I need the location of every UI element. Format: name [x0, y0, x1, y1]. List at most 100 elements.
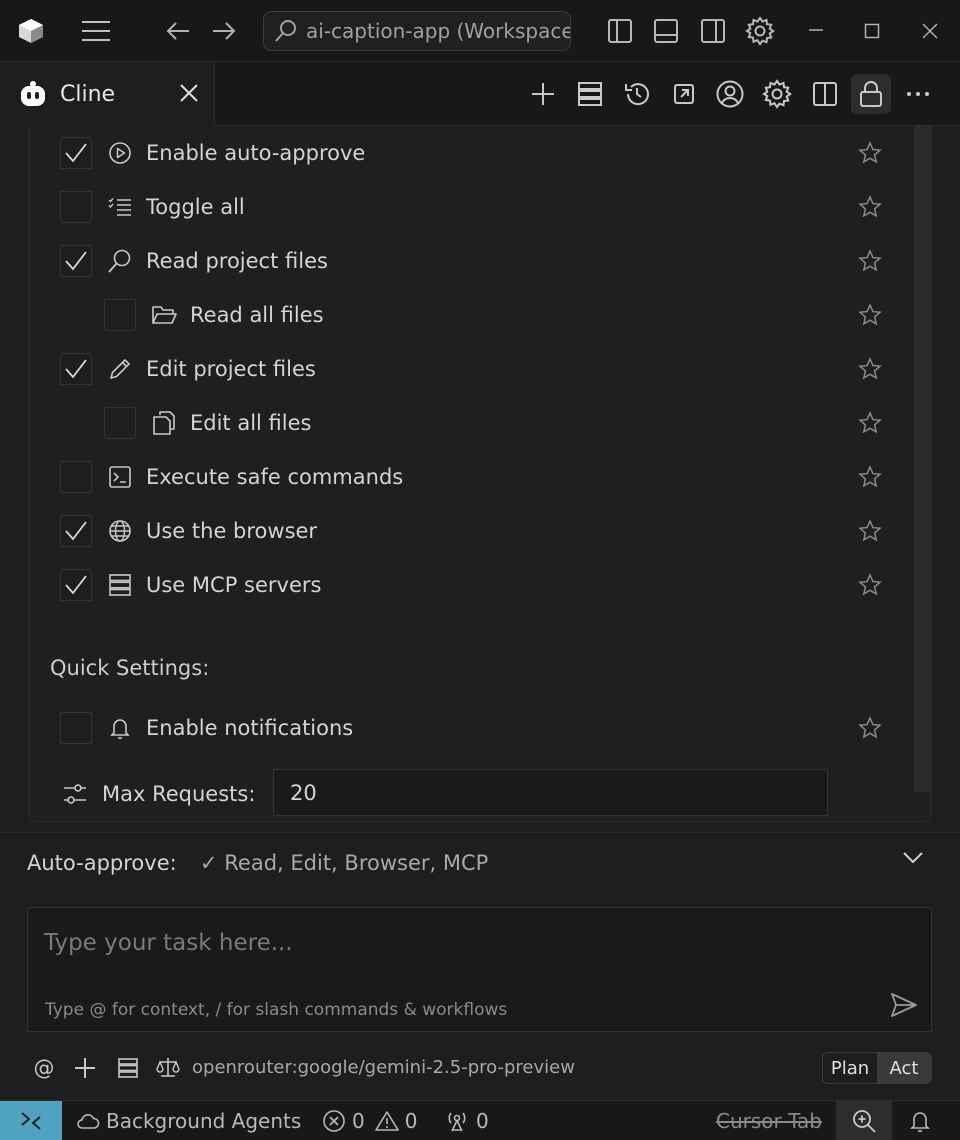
permission-row[interactable]: Execute safe commands: [60, 457, 403, 497]
permission-row[interactable]: Use the browser: [60, 511, 317, 551]
permission-checkbox[interactable]: [60, 461, 92, 493]
permission-checkbox[interactable]: [60, 191, 92, 223]
favorite-star-icon[interactable]: [858, 303, 882, 327]
gear-icon[interactable]: [743, 14, 777, 48]
back-arrow-icon[interactable]: [162, 16, 194, 46]
permission-row[interactable]: Read project files: [60, 241, 328, 281]
permission-checkbox[interactable]: [104, 299, 136, 331]
permission-row[interactable]: Edit project files: [60, 349, 316, 389]
permission-row[interactable]: Edit all files: [104, 403, 311, 443]
max-requests-input[interactable]: 20: [273, 769, 828, 816]
forward-arrow-icon[interactable]: [208, 16, 240, 46]
account-icon: [716, 80, 744, 108]
favorite-star-icon[interactable]: [858, 519, 882, 543]
plan-act-toggle[interactable]: Plan Act: [822, 1052, 932, 1084]
favorite-star-icon[interactable]: [858, 195, 882, 219]
cloud-icon: [77, 1114, 100, 1129]
favorite-star-icon[interactable]: [858, 465, 882, 489]
server-icon: [118, 1058, 138, 1078]
permission-label: Edit all files: [190, 411, 312, 435]
favorite-star-icon[interactable]: [858, 141, 882, 165]
toggle-secondary-sidebar-icon[interactable]: [697, 16, 729, 46]
folder-open-icon: [150, 301, 178, 329]
favorite-star-icon[interactable]: [858, 716, 882, 740]
plan-mode-button[interactable]: Plan: [823, 1053, 877, 1083]
app-logo-icon: [14, 14, 48, 48]
tab-bar: Cline: [0, 62, 960, 126]
toggle-panel-icon[interactable]: [650, 16, 682, 46]
history-button[interactable]: [619, 76, 655, 112]
terminal-icon: [106, 463, 134, 491]
favorite-star-icon[interactable]: [858, 249, 882, 273]
panel-scrollbar[interactable]: [914, 126, 932, 792]
permission-checkbox[interactable]: [60, 137, 92, 169]
split-editor-button[interactable]: [807, 76, 843, 112]
ports-item[interactable]: 0: [444, 1101, 489, 1140]
auto-approve-bar[interactable]: Auto-approve: ✓ Read, Edit, Browser, MCP: [0, 832, 960, 890]
settings-button[interactable]: [759, 76, 795, 112]
send-icon[interactable]: [890, 992, 918, 1018]
permission-label: Read all files: [190, 303, 324, 327]
problems-item[interactable]: 0 0: [322, 1101, 417, 1140]
favorite-star-icon[interactable]: [858, 573, 882, 597]
mcp-tools-button[interactable]: [116, 1056, 140, 1080]
permission-row[interactable]: Use MCP servers: [60, 565, 321, 605]
favorite-star-icon[interactable]: [858, 411, 882, 435]
permission-row[interactable]: Enable auto-approve: [60, 133, 365, 173]
lock-icon: [860, 81, 882, 107]
search-icon: [274, 19, 298, 43]
bell-icon[interactable]: [908, 1101, 932, 1140]
warning-icon: [374, 1111, 399, 1131]
menu-icon[interactable]: [78, 16, 114, 46]
close-icon[interactable]: [178, 82, 200, 104]
auto-approve-summary: ✓ Read, Edit, Browser, MCP: [200, 851, 489, 875]
background-agents-item[interactable]: Background Agents: [76, 1101, 301, 1140]
add-files-button[interactable]: [72, 1056, 98, 1080]
plus-icon: [75, 1058, 95, 1078]
history-icon: [625, 83, 649, 106]
tab-label: Cline: [60, 81, 116, 107]
add-context-button[interactable]: @: [32, 1056, 56, 1080]
permission-row[interactable]: Read all files: [104, 295, 324, 335]
enable-notifications-checkbox[interactable]: [60, 712, 92, 744]
auto-approve-label: Auto-approve:: [27, 851, 177, 875]
account-button[interactable]: [712, 76, 748, 112]
maximize-icon[interactable]: [860, 20, 884, 42]
permission-row[interactable]: Toggle all: [60, 187, 245, 227]
permission-label: Edit project files: [146, 357, 316, 381]
tab-cline[interactable]: Cline: [0, 62, 215, 126]
scale-icon[interactable]: [156, 1056, 180, 1080]
title-bar: ai-caption-app (Workspace): [0, 0, 960, 62]
task-input[interactable]: Type your task here... Type @ for contex…: [27, 907, 932, 1032]
permission-checkbox[interactable]: [104, 407, 136, 439]
ellipsis-icon: [907, 92, 929, 96]
favorite-star-icon[interactable]: [858, 357, 882, 381]
mcp-servers-button[interactable]: [572, 76, 608, 112]
toggle-primary-sidebar-icon[interactable]: [604, 16, 636, 46]
permission-checkbox[interactable]: [60, 353, 92, 385]
permission-label: Enable auto-approve: [146, 141, 366, 165]
open-in-editor-button[interactable]: [666, 76, 702, 112]
model-selector[interactable]: openrouter:google/gemini-2.5-pro-preview: [192, 1057, 575, 1078]
permission-checkbox[interactable]: [60, 569, 92, 601]
chevron-down-icon[interactable]: [902, 851, 924, 865]
zoom-icon[interactable]: [836, 1101, 892, 1140]
permission-label: Read project files: [146, 249, 328, 273]
lock-button[interactable]: [851, 74, 891, 114]
task-input-placeholder: Type your task here...: [44, 930, 293, 956]
more-actions-button[interactable]: [900, 76, 936, 112]
workspace-search[interactable]: ai-caption-app (Workspace): [263, 11, 571, 51]
act-mode-button[interactable]: Act: [877, 1053, 931, 1083]
new-task-button[interactable]: [525, 76, 561, 112]
permission-checkbox[interactable]: [60, 245, 92, 277]
play-circle-icon: [106, 139, 134, 167]
pencil-icon: [106, 355, 134, 383]
enable-notifications-row[interactable]: Enable notifications: [60, 708, 353, 748]
close-window-icon[interactable]: [918, 20, 942, 42]
split-editor-icon: [813, 82, 837, 106]
remote-indicator[interactable]: [0, 1101, 62, 1140]
permission-checkbox[interactable]: [60, 515, 92, 547]
minimize-icon[interactable]: [804, 20, 828, 40]
cursor-tab-item[interactable]: Cursor Tab: [716, 1101, 822, 1140]
error-count: 0: [352, 1109, 365, 1133]
